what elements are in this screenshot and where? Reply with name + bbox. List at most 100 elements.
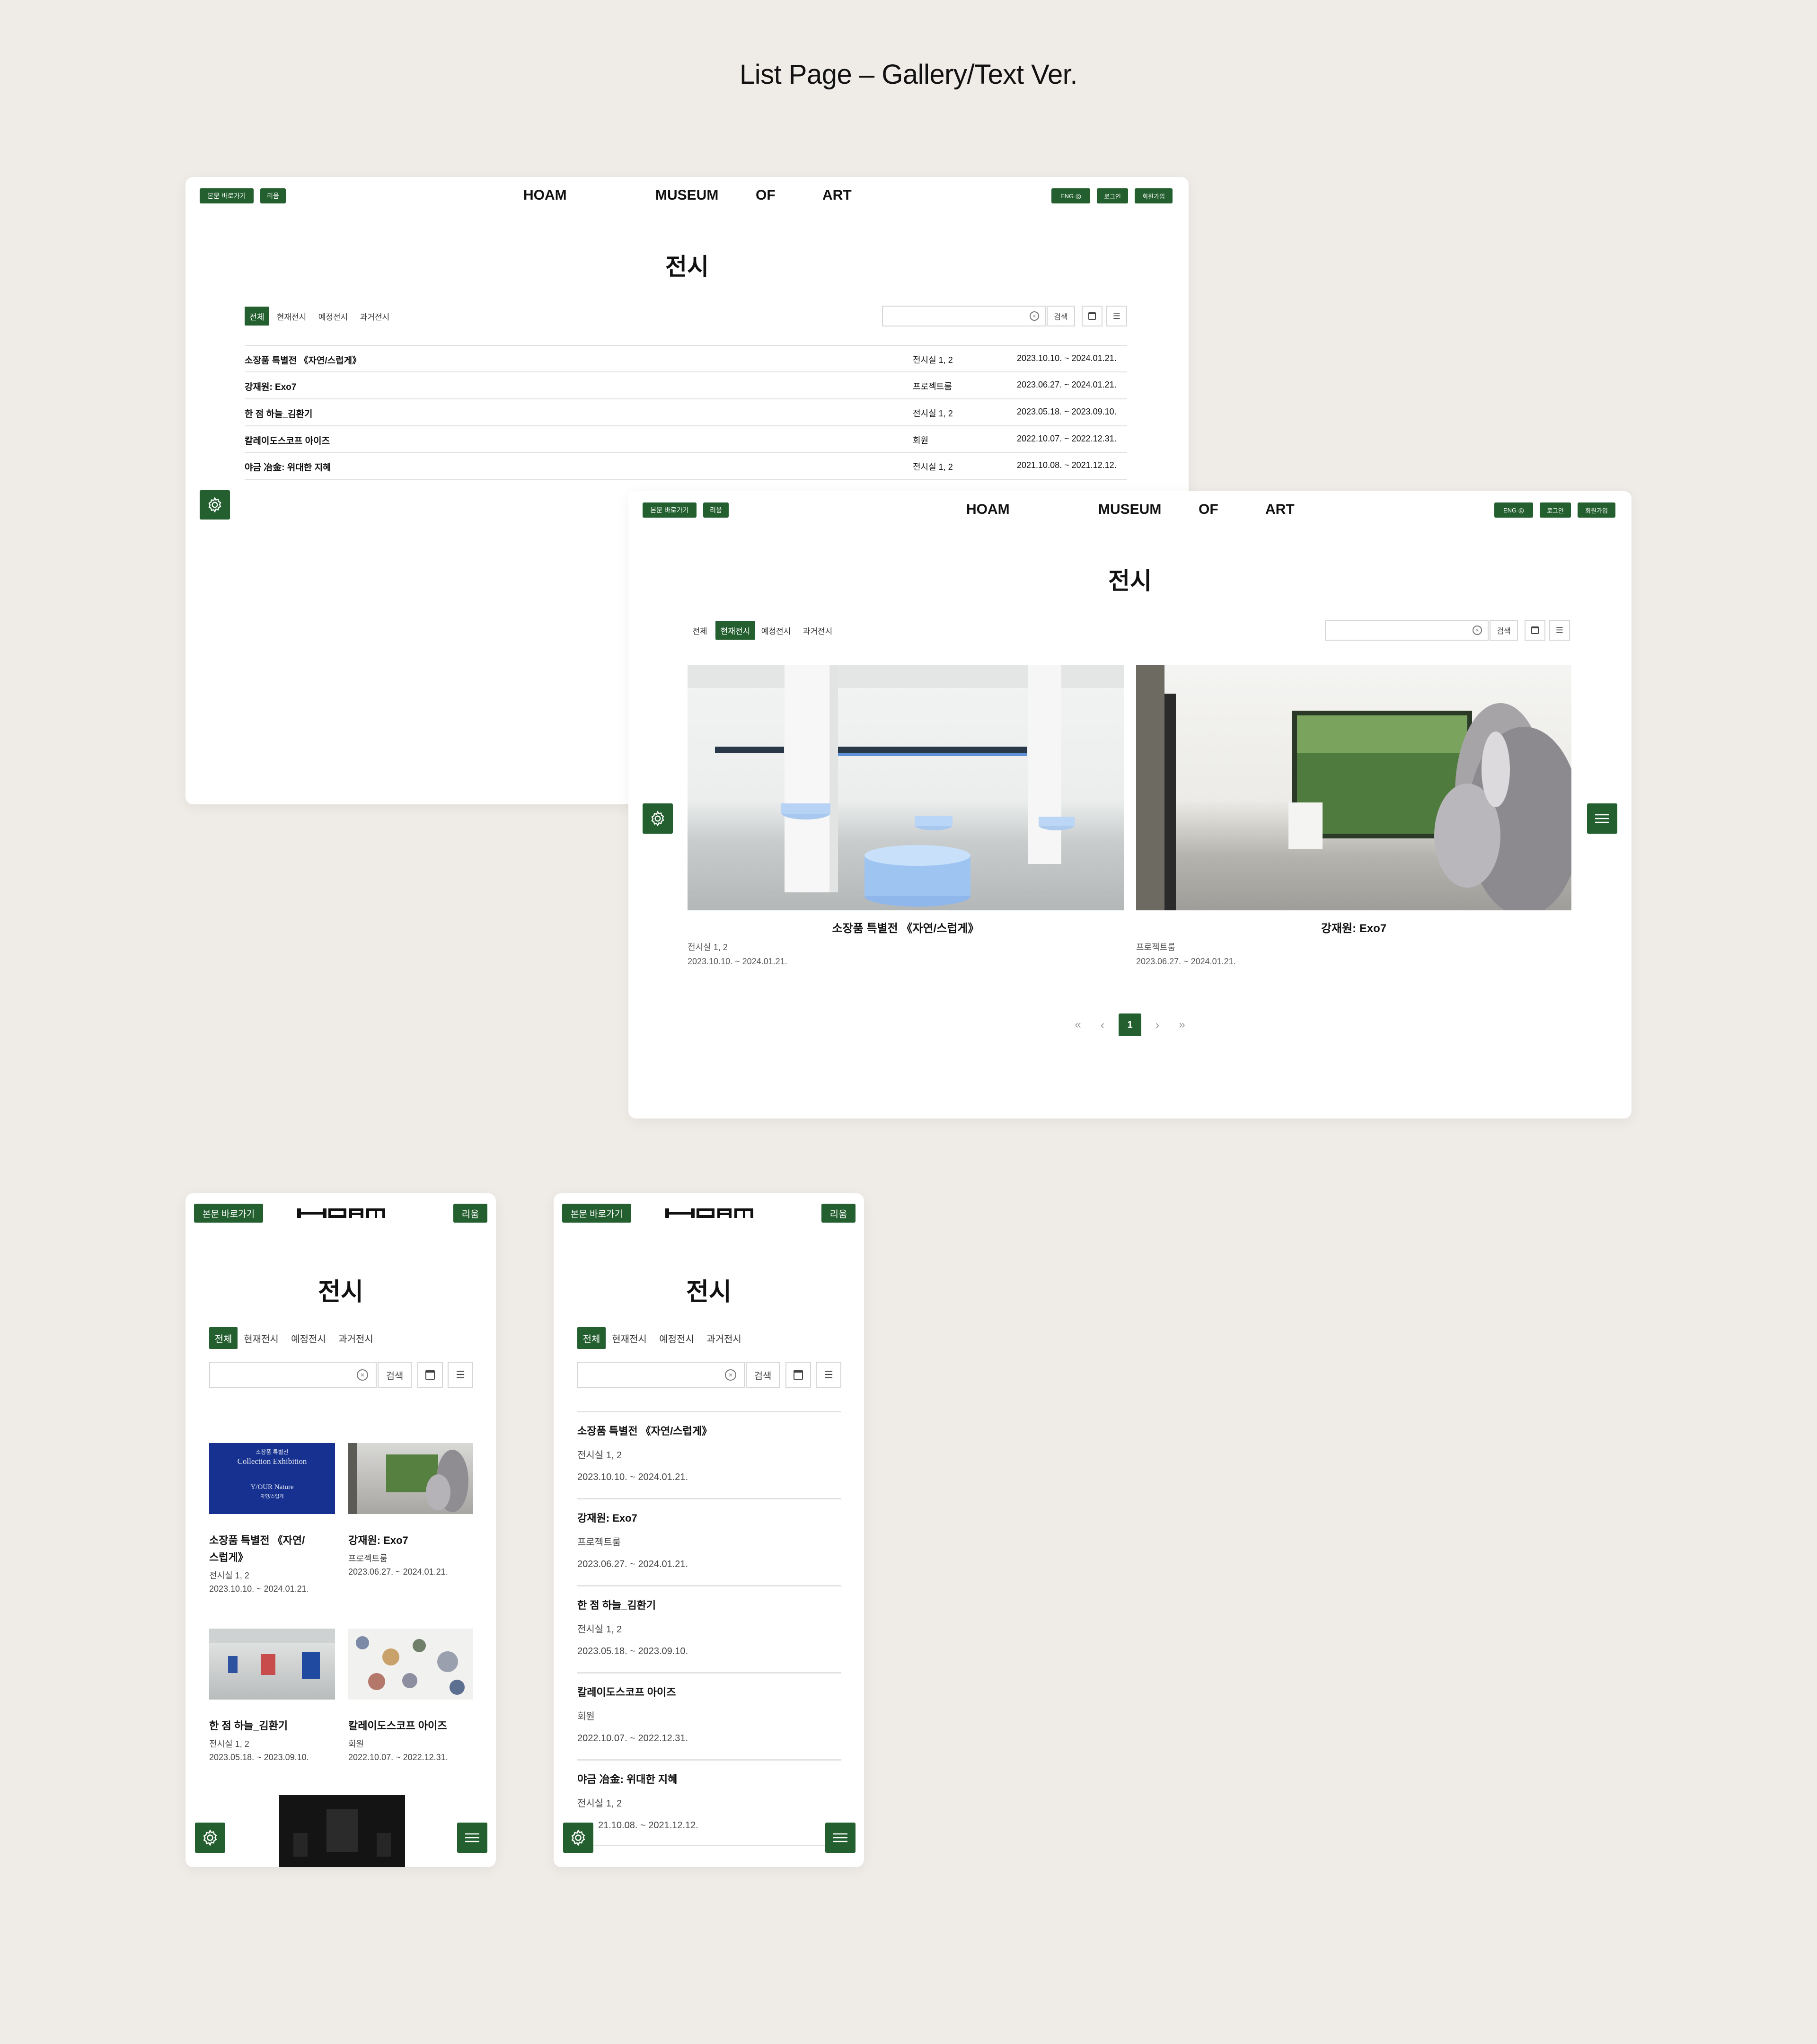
settings-button[interactable] [643, 803, 673, 834]
table-row[interactable]: 소장품 특별전 《자연/스럽게》 전시실 1, 2 2023.10.10. ~ … [245, 346, 1127, 372]
nav-word-hoam: HOAM [523, 187, 567, 203]
tab-upcoming[interactable]: 예정전시 [287, 1327, 330, 1349]
exhibition-image-metal[interactable] [279, 1795, 405, 1867]
eng-button[interactable]: ENG ◎ [1494, 502, 1533, 518]
search-input[interactable]: × [1325, 620, 1489, 641]
list-item[interactable]: 한 점 하늘_김환기 전시실 1, 2 2023.05.18. ~ 2023.0… [577, 1585, 841, 1672]
table-row[interactable]: 강재원: Exo7 프로젝트룸 2023.06.27. ~ 2024.01.21… [245, 372, 1127, 399]
pagination-page-1[interactable]: 1 [1119, 1013, 1141, 1036]
list-view-button[interactable]: ☰ [1549, 620, 1570, 641]
nav-word-art: ART [822, 187, 852, 203]
search-button[interactable]: 검색 [1047, 306, 1075, 326]
exhibition-image-whanki[interactable] [209, 1629, 335, 1700]
exhibition-image-gallery[interactable] [688, 665, 1124, 910]
list-view-button[interactable]: ☰ [816, 1362, 841, 1388]
tab-past[interactable]: 과거전시 [702, 1327, 746, 1349]
skip-to-content-button[interactable]: 본문 바로가기 [643, 502, 697, 518]
card-title[interactable]: 소장품 특별전 《자연/스럽게》 [688, 919, 1124, 935]
card-title[interactable]: 강재원: Exo7 [348, 1532, 408, 1549]
exo7-thumb-illustration [348, 1443, 468, 1514]
login-button[interactable]: 로그인 [1540, 502, 1571, 518]
login-button[interactable]: 로그인 [1097, 188, 1128, 203]
gallery-illustration [688, 665, 1124, 907]
leeum-button[interactable]: 리움 [260, 188, 286, 203]
tab-past[interactable]: 과거전시 [799, 621, 837, 640]
card-title[interactable]: 강재원: Exo7 [1136, 919, 1571, 935]
skip-to-content-button[interactable]: 본문 바로가기 [200, 188, 254, 203]
skip-to-content-button[interactable]: 본문 바로가기 [194, 1204, 263, 1223]
exhibition-image-exo7[interactable] [1136, 665, 1571, 910]
search-input[interactable]: × [882, 306, 1046, 326]
exhibition-image-kaleidoscope[interactable] [348, 1629, 473, 1700]
pagination-next[interactable]: › [1151, 1013, 1164, 1036]
tab-upcoming[interactable]: 예정전시 [655, 1327, 698, 1349]
clear-icon[interactable]: × [1473, 626, 1482, 635]
tab-past[interactable]: 과거전시 [334, 1327, 378, 1349]
tab-current[interactable]: 현재전시 [608, 1327, 651, 1349]
tab-upcoming[interactable]: 예정전시 [757, 621, 795, 640]
nav-word-hoam: HOAM [966, 502, 1010, 517]
tab-all[interactable]: 전체 [577, 1327, 606, 1349]
leeum-button[interactable]: 리움 [703, 502, 729, 518]
calendar-view-button[interactable] [1082, 306, 1103, 326]
menu-button[interactable] [1587, 803, 1617, 834]
leeum-button[interactable]: 리움 [453, 1204, 487, 1223]
card-title[interactable]: 한 점 하늘_김환기 [209, 1718, 288, 1735]
clear-icon[interactable]: × [725, 1369, 736, 1381]
tab-past[interactable]: 과거전시 [356, 307, 394, 326]
settings-icon [203, 1829, 217, 1846]
card-title[interactable]: 칼레이도스코프 아이즈 [348, 1718, 447, 1735]
list-item[interactable]: 강재원: Exo7 프로젝트룸 2023.06.27. ~ 2024.01.21… [577, 1498, 841, 1585]
signup-button[interactable]: 회원가입 [1135, 188, 1173, 203]
settings-button[interactable] [200, 490, 230, 520]
signup-button[interactable]: 회원가입 [1578, 502, 1615, 518]
list-view-button[interactable]: ☰ [1106, 306, 1127, 326]
list-item[interactable]: 야금 冶金: 위대한 지혜 전시실 1, 2 21.10.08. ~ 2021.… [577, 1759, 841, 1846]
list-icon: ☰ [824, 1369, 833, 1381]
settings-icon [571, 1829, 585, 1846]
pagination-last[interactable]: » [1175, 1013, 1189, 1036]
tab-all[interactable]: 전체 [688, 621, 712, 640]
card-title[interactable]: 소장품 특별전 《자연/ 스럽게》 [209, 1532, 335, 1566]
table-row[interactable]: 한 점 하늘_김환기 전시실 1, 2 2023.05.18. ~ 2023.0… [245, 399, 1127, 426]
settings-button[interactable] [563, 1823, 593, 1853]
tab-all[interactable]: 전체 [209, 1327, 238, 1349]
list-item[interactable]: 소장품 특별전 《자연/스럽게》 전시실 1, 2 2023.10.10. ~ … [577, 1411, 841, 1498]
calendar-view-button[interactable] [417, 1362, 443, 1388]
leeum-button[interactable]: 리움 [821, 1204, 856, 1223]
nav-word-of: OF [1199, 502, 1218, 517]
clear-icon[interactable]: × [1030, 311, 1039, 321]
search-input[interactable]: × [577, 1362, 745, 1388]
pagination-prev[interactable]: ‹ [1096, 1013, 1109, 1036]
tab-current[interactable]: 현재전시 [239, 1327, 283, 1349]
globe-icon: ◎ [1518, 506, 1524, 514]
skip-to-content-button[interactable]: 본문 바로가기 [562, 1204, 631, 1223]
pagination-first[interactable]: « [1071, 1013, 1085, 1036]
hoam-logo[interactable] [665, 1206, 753, 1221]
tab-current[interactable]: 현재전시 [715, 621, 755, 640]
card-date: 2023.06.27. ~ 2024.01.21. [1136, 957, 1236, 966]
search-input[interactable]: × [209, 1362, 377, 1388]
search-button[interactable]: 검색 [1490, 620, 1518, 641]
menu-button[interactable] [825, 1823, 856, 1853]
search-button[interactable]: 검색 [378, 1362, 412, 1388]
list-view-button[interactable]: ☰ [448, 1362, 473, 1388]
calendar-view-button[interactable] [785, 1362, 811, 1388]
tab-upcoming[interactable]: 예정전시 [314, 307, 352, 326]
table-row[interactable]: 야금 冶金: 위대한 지혜 전시실 1, 2 2021.10.08. ~ 202… [245, 453, 1127, 480]
page-title: 전시 [1108, 568, 1152, 594]
clear-icon[interactable]: × [357, 1369, 368, 1381]
menu-button[interactable] [457, 1823, 487, 1853]
settings-button[interactable] [195, 1823, 225, 1853]
eng-button[interactable]: ENG ◎ [1051, 188, 1090, 203]
calendar-view-button[interactable] [1525, 620, 1545, 641]
list-item[interactable]: 칼레이도스코프 아이즈 회원 2022.10.07. ~ 2022.12.31. [577, 1672, 841, 1759]
search-button[interactable]: 검색 [746, 1362, 780, 1388]
hoam-logo[interactable] [297, 1206, 385, 1221]
tab-all[interactable]: 전체 [245, 307, 269, 326]
table-row[interactable]: 칼레이도스코프 아이즈 회원 2022.10.07. ~ 2022.12.31. [245, 426, 1127, 453]
card-date: 2023.06.27. ~ 2024.01.21. [348, 1567, 448, 1577]
exhibition-image-exo7[interactable] [348, 1443, 473, 1514]
tab-current[interactable]: 현재전시 [273, 307, 310, 326]
exhibition-poster-image[interactable]: 소장품 특별전 Collection Exhibition Y/OUR Natu… [209, 1443, 335, 1514]
